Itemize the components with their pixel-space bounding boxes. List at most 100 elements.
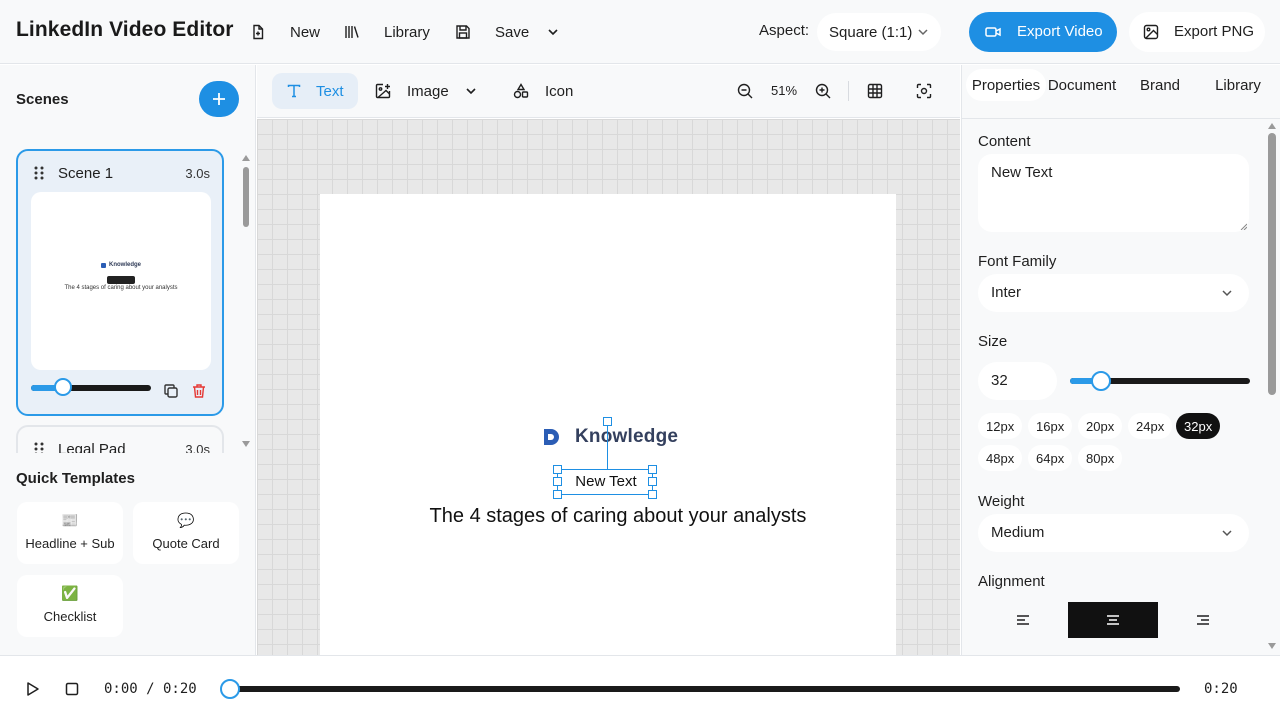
new-button[interactable]: New [250, 16, 320, 48]
stop-icon[interactable] [64, 681, 80, 697]
align-center-button[interactable] [1068, 602, 1158, 638]
save-button[interactable]: Save [455, 16, 559, 48]
resize-handle-top-right[interactable] [648, 465, 657, 474]
save-button-label: Save [495, 23, 530, 41]
library-button[interactable]: Library [344, 16, 430, 48]
size-preset-32px[interactable]: 32px [1176, 413, 1221, 439]
add-icon-label: Icon [545, 82, 574, 100]
chevron-down-icon[interactable] [465, 85, 477, 97]
zoom-in-icon[interactable] [815, 83, 831, 99]
size-preset-48px[interactable]: 48px [978, 445, 1023, 471]
size-slider[interactable] [1070, 371, 1250, 391]
scrollbar-thumb[interactable] [1268, 133, 1276, 395]
tab-properties[interactable]: Properties [966, 69, 1046, 101]
size-preset-80px[interactable]: 80px [1078, 445, 1123, 471]
scene-duration: 3.0s [185, 442, 210, 453]
scene-thumbnail[interactable]: Knowledge The 4 stages of caring about y… [31, 192, 211, 370]
trash-icon[interactable] [191, 383, 207, 399]
content-textarea[interactable]: New Text [978, 154, 1249, 232]
scenes-sidebar: Scenes Scene 1 3.0s Knowledge The 4 stag… [0, 65, 256, 655]
add-text-button[interactable]: Text [272, 73, 358, 109]
add-scene-button[interactable] [199, 81, 239, 117]
scene-name: Scene 1 [58, 165, 114, 182]
scene-name: Legal Pad [58, 441, 126, 453]
export-png-button[interactable]: Export PNG [1129, 12, 1265, 52]
aspect-select[interactable]: Square (1:1) [817, 13, 941, 51]
scroll-up-arrow-icon[interactable] [242, 155, 250, 161]
align-left-button[interactable] [978, 602, 1068, 638]
resize-handle-right[interactable] [648, 477, 657, 486]
add-icon-button[interactable]: Icon [513, 73, 573, 109]
resize-handle-bottom-right[interactable] [648, 490, 657, 499]
rotation-line [607, 426, 608, 469]
current-time: 0:00 / 0:20 [104, 681, 197, 697]
toolbar-divider [848, 81, 849, 101]
template-label: Checklist [43, 609, 97, 624]
canvas-logo[interactable]: Knowledge [543, 426, 678, 448]
shapes-icon [513, 83, 529, 99]
zoom-out-icon[interactable] [737, 83, 753, 99]
scene-card-1[interactable]: Scene 1 3.0s Knowledge The 4 stages of c… [16, 149, 224, 416]
drag-handle-icon[interactable] [33, 165, 45, 181]
size-preset-24px[interactable]: 24px [1128, 413, 1173, 439]
resize-handle-left[interactable] [553, 477, 562, 486]
new-button-label: New [290, 23, 321, 41]
resize-grip-icon[interactable] [1240, 223, 1247, 230]
add-image-button[interactable]: Image [375, 73, 477, 109]
size-preset-16px[interactable]: 16px [1028, 413, 1073, 439]
thumbnail-headline: The 4 stages of caring about your analys… [64, 285, 178, 291]
scroll-down-arrow-icon[interactable] [242, 441, 250, 447]
drag-handle-icon[interactable] [33, 441, 45, 453]
scenes-title: Scenes [16, 91, 69, 108]
template-checklist[interactable]: ✅ Checklist [17, 575, 123, 637]
save-icon [456, 25, 470, 39]
export-video-button[interactable]: Export Video [969, 12, 1117, 52]
template-headline-sub[interactable]: 📰 Headline + Sub [17, 502, 123, 564]
scene-duration-slider[interactable] [31, 378, 151, 396]
tab-library[interactable]: Library [1202, 69, 1274, 101]
timeline-knob[interactable] [220, 679, 240, 699]
template-quote-card[interactable]: 💬 Quote Card [133, 502, 239, 564]
size-preset-64px[interactable]: 64px [1028, 445, 1073, 471]
resize-handle-bottom-left[interactable] [553, 490, 562, 499]
fit-to-screen-icon[interactable] [916, 83, 932, 99]
scroll-up-arrow-icon[interactable] [1268, 123, 1276, 129]
scene-list-scrollbar[interactable] [241, 153, 251, 449]
resize-handle-top-left[interactable] [553, 465, 562, 474]
scene-slider-knob[interactable] [54, 378, 73, 396]
chevron-down-icon[interactable] [547, 26, 559, 38]
align-right-button[interactable] [1158, 602, 1248, 638]
template-label: Headline + Sub [25, 536, 115, 551]
size-label: Size [978, 333, 1008, 350]
selected-text-element[interactable]: New Text [557, 469, 653, 495]
size-preset-12px[interactable]: 12px [978, 413, 1023, 439]
newspaper-icon: 📰 [61, 512, 79, 528]
size-value: 32 [991, 372, 1008, 389]
size-slider-knob[interactable] [1090, 371, 1111, 391]
chevron-down-icon [1222, 290, 1232, 297]
tab-document[interactable]: Document [1046, 69, 1118, 101]
rotate-handle[interactable] [603, 417, 612, 426]
play-icon[interactable] [24, 681, 40, 697]
canvas-toolbar: Text Image Icon 51% [257, 65, 960, 118]
size-preset-20px[interactable]: 20px [1078, 413, 1123, 439]
canvas-area[interactable]: Knowledge New Text The 4 stages of carin… [257, 119, 960, 655]
thumbnail-logo: Knowledge [101, 262, 141, 268]
logo-mark-icon [101, 262, 106, 268]
font-family-select[interactable]: Inter [978, 274, 1249, 312]
scene-card-2[interactable]: Legal Pad 3.0s [16, 425, 224, 453]
font-family-value: Inter [991, 284, 1022, 301]
tab-brand[interactable]: Brand [1124, 69, 1196, 101]
timeline-scrubber[interactable] [220, 679, 1180, 699]
duplicate-icon[interactable] [163, 383, 179, 399]
art-board[interactable]: Knowledge New Text The 4 stages of carin… [320, 194, 896, 655]
canvas-headline[interactable]: The 4 stages of caring about your analys… [320, 505, 916, 528]
file-plus-icon [253, 24, 264, 40]
grid-icon[interactable] [867, 83, 883, 99]
size-input[interactable]: 32 [978, 362, 1057, 400]
scene-duration: 3.0s [185, 166, 210, 181]
weight-select[interactable]: Medium [978, 514, 1249, 552]
properties-scrollbar[interactable] [1266, 119, 1278, 655]
scrollbar-thumb[interactable] [243, 167, 249, 227]
scroll-down-arrow-icon[interactable] [1268, 643, 1276, 649]
